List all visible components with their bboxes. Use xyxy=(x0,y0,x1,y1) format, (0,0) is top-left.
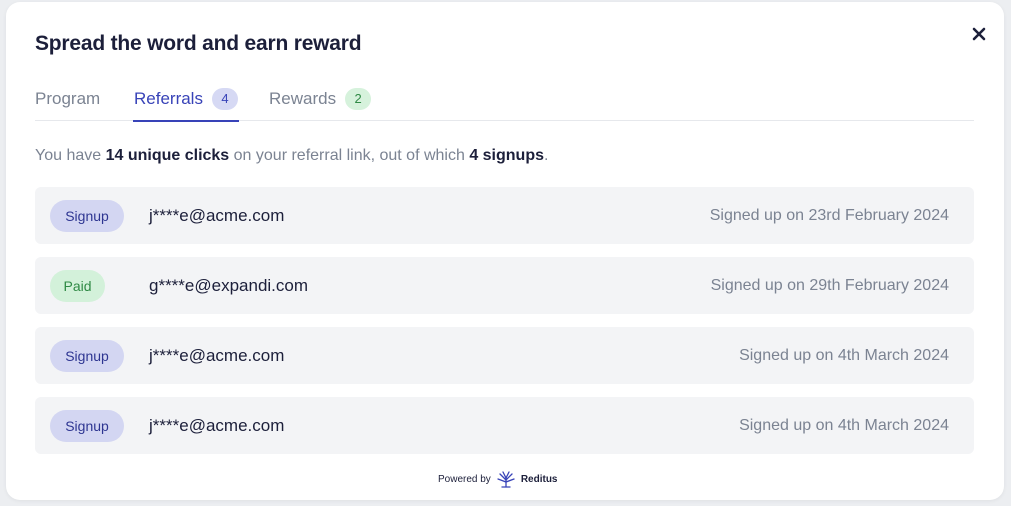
referral-list: Signup j****e@acme.com Signed up on 23rd… xyxy=(35,187,974,467)
summary-middle: on your referral link, out of which xyxy=(229,147,470,164)
summary-prefix: You have xyxy=(35,147,106,164)
tab-referrals-label: Referrals xyxy=(134,89,203,108)
reditus-logo-icon xyxy=(497,471,515,488)
status-badge: Signup xyxy=(50,340,124,372)
tab-rewards-label: Rewards xyxy=(269,89,337,108)
powered-by-footer[interactable]: Powered by Reditus xyxy=(438,470,557,488)
summary-signups: 4 signups xyxy=(469,147,544,164)
referral-email: j****e@acme.com xyxy=(149,416,285,435)
close-icon[interactable] xyxy=(972,27,986,41)
referral-date: Signed up on 29th February 2024 xyxy=(710,277,949,294)
referral-date: Signed up on 4th March 2024 xyxy=(739,347,949,364)
status-badge: Signup xyxy=(50,200,124,232)
tab-bar: Program Referrals 4 Rewards 2 xyxy=(35,86,974,122)
tab-rewards[interactable]: Rewards 2 xyxy=(269,86,379,121)
referral-email: g****e@expandi.com xyxy=(149,276,309,295)
rewards-count-badge: 2 xyxy=(345,88,372,110)
referral-row: Signup j****e@acme.com Signed up on 4th … xyxy=(35,327,974,384)
referral-row: Paid g****e@expandi.com Signed up on 29t… xyxy=(35,257,974,314)
close-button[interactable] xyxy=(969,24,989,44)
tab-program-label: Program xyxy=(35,89,101,108)
status-badge: Signup xyxy=(50,410,124,442)
referral-date: Signed up on 23rd February 2024 xyxy=(709,207,949,224)
status-badge: Paid xyxy=(50,270,105,302)
referral-email: j****e@acme.com xyxy=(149,206,285,225)
powered-by-label: Powered by xyxy=(438,473,491,485)
summary-suffix: . xyxy=(544,147,549,164)
brand-name: Reditus xyxy=(520,473,558,485)
tab-referrals[interactable]: Referrals 4 xyxy=(133,86,269,122)
summary-clicks: 14 unique clicks xyxy=(105,147,230,164)
referral-summary: You have 14 unique clicks on your referr… xyxy=(35,147,548,165)
tab-program[interactable]: Program xyxy=(35,86,134,121)
dialog-title: Spread the word and earn reward xyxy=(35,32,362,55)
referral-email: j****e@acme.com xyxy=(149,346,285,365)
referral-row: Signup j****e@acme.com Signed up on 4th … xyxy=(35,397,974,454)
referrals-count-badge: 4 xyxy=(211,88,238,110)
referral-date: Signed up on 4th March 2024 xyxy=(739,417,949,434)
referral-row: Signup j****e@acme.com Signed up on 23rd… xyxy=(35,187,974,244)
